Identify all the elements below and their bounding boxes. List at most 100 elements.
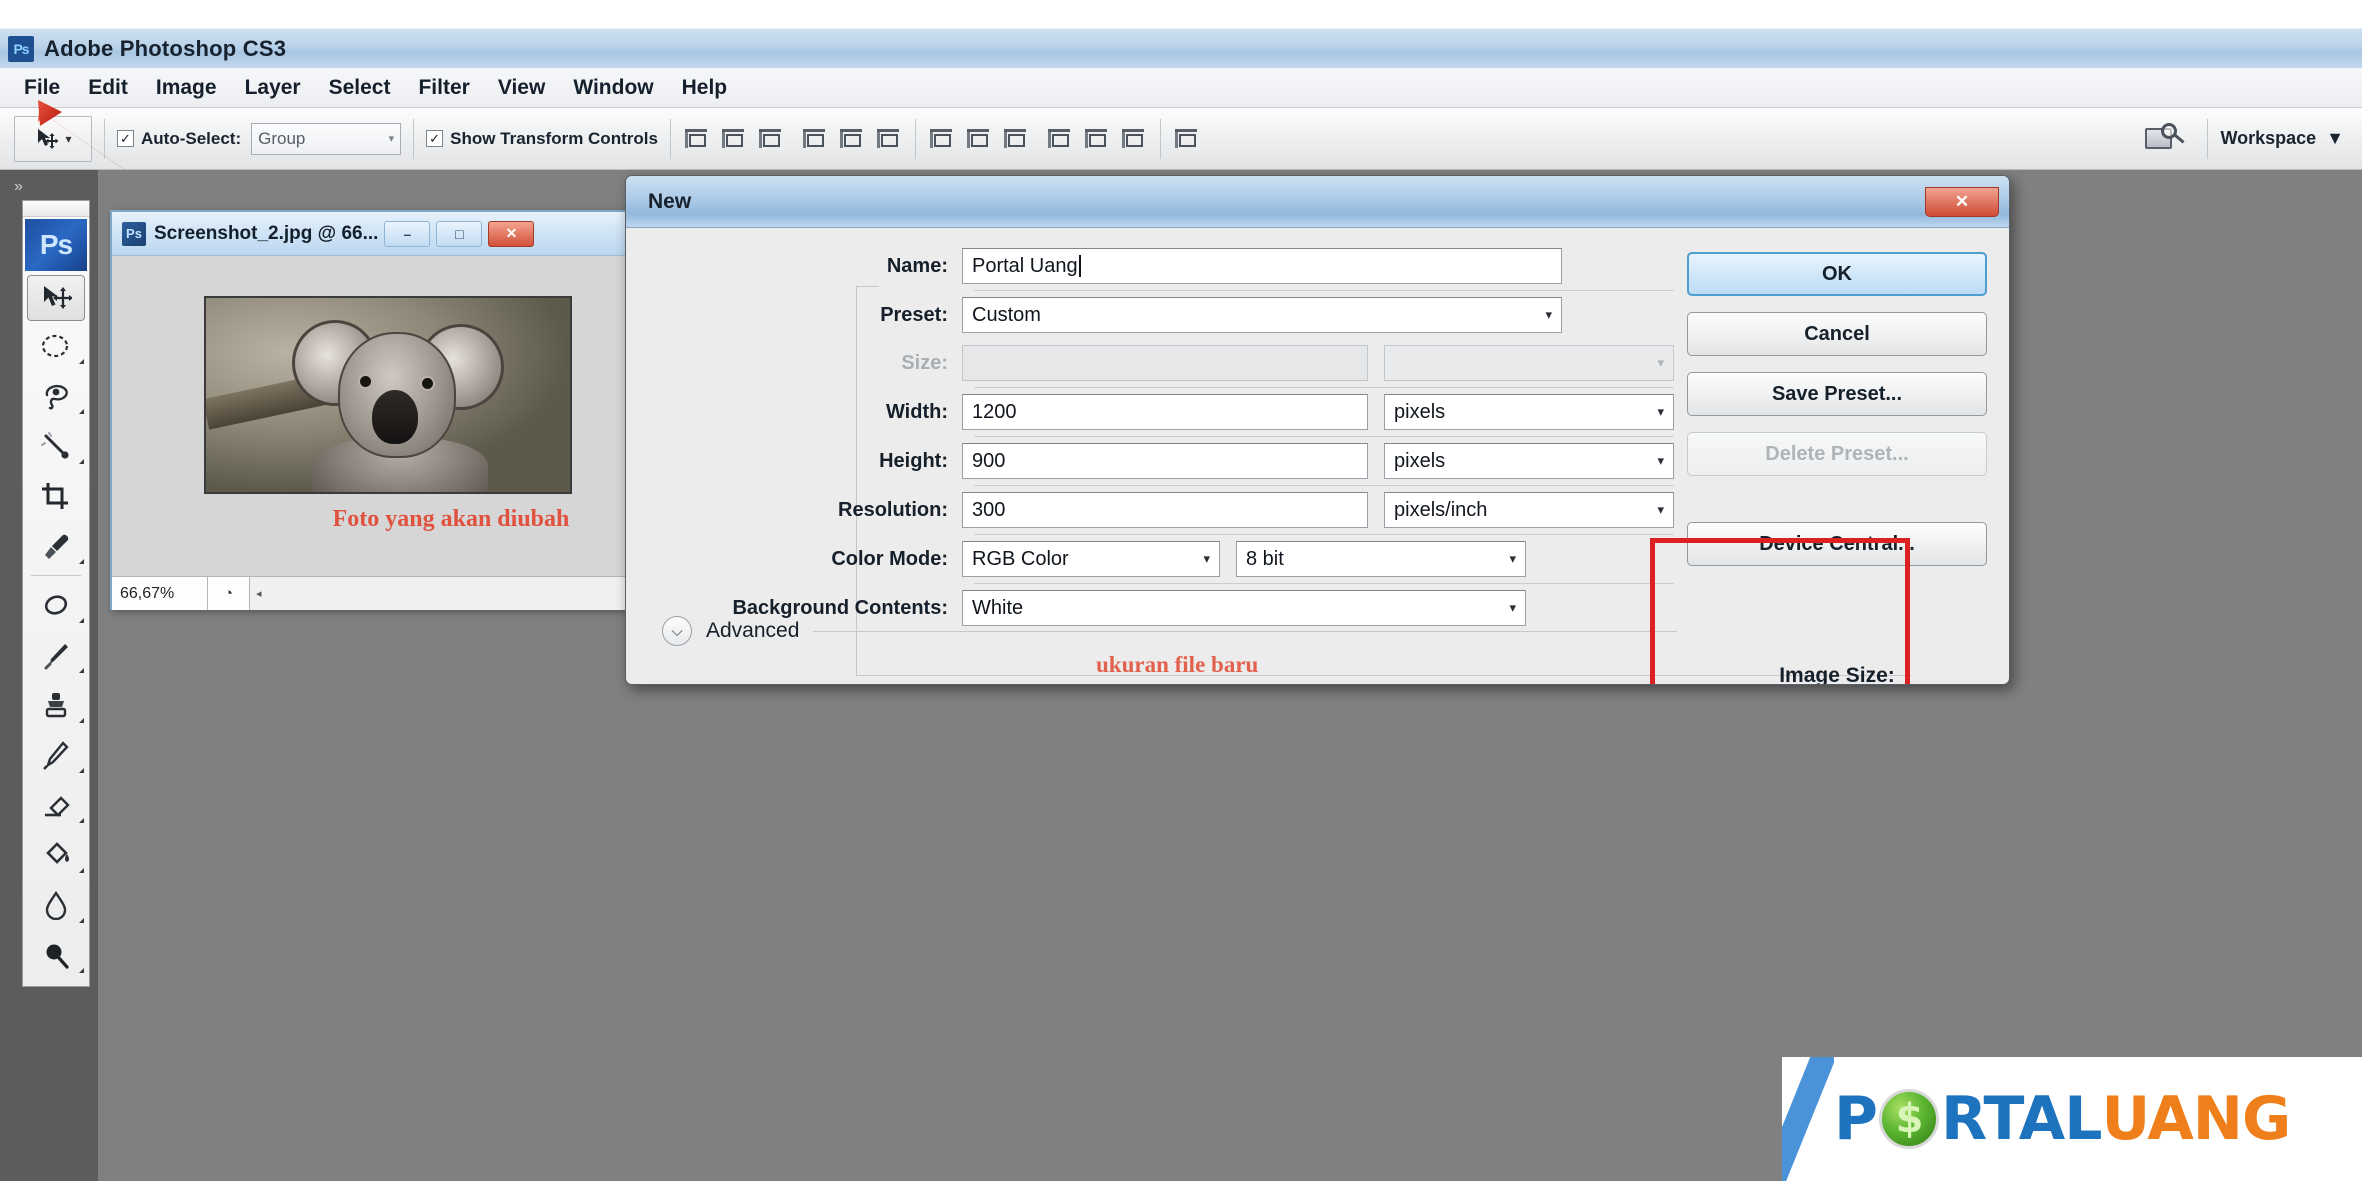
photoshop-workspace: » Ps Ps Screenshot_2.jpg @ 66... – □ ✕ F… xyxy=(0,170,2362,1181)
photoshop-logo: Ps xyxy=(25,219,87,271)
distribute-bottom-edges-icon[interactable] xyxy=(1002,126,1030,152)
distribute-right-edges-icon[interactable] xyxy=(1120,126,1148,152)
resolution-unit-value: pixels/inch xyxy=(1394,498,1488,521)
minimize-button[interactable]: – xyxy=(384,220,431,247)
move-tool[interactable] xyxy=(27,275,85,321)
save-preset-button[interactable]: Save Preset... xyxy=(1687,372,1987,416)
color-mode-label: Color Mode: xyxy=(831,547,948,570)
brush-tool[interactable] xyxy=(23,630,89,680)
watermark-text: P $ RTAL UANG xyxy=(1834,1084,2291,1154)
resolution-unit-dropdown[interactable]: pixels/inch ▾ xyxy=(1384,492,1674,528)
preset-dropdown[interactable]: Custom ▾ xyxy=(962,297,1562,333)
menubar: File Edit Image Layer Select Filter View… xyxy=(0,68,2362,108)
watermark-rtal: RTAL xyxy=(1940,1084,2102,1154)
watermark-p: P xyxy=(1834,1084,1878,1154)
chevron-down-icon: ▾ xyxy=(1657,355,1664,370)
blur-tool[interactable] xyxy=(23,880,89,930)
top-white-strip xyxy=(0,0,2362,28)
show-transform-checkbox[interactable]: ✓ xyxy=(426,130,444,147)
align-top-edges-icon[interactable] xyxy=(683,126,711,152)
options-separator-3 xyxy=(669,118,671,159)
delete-preset-button: Delete Preset... xyxy=(1687,432,1987,476)
portaluang-watermark: P $ RTAL UANG xyxy=(1782,1057,2362,1181)
go-to-bridge-icon[interactable] xyxy=(2143,121,2187,157)
new-document-dialog[interactable]: New ✕ Name: Portal Uang Preset: Custom ▾… xyxy=(625,175,2010,685)
magic-wand-tool[interactable] xyxy=(23,421,89,471)
dialog-titlebar[interactable]: New ✕ xyxy=(626,176,2009,228)
workspace-menu-button[interactable]: Workspace ▼ xyxy=(2220,128,2344,149)
bit-depth-dropdown[interactable]: 8 bit ▾ xyxy=(1236,541,1526,577)
device-central-button[interactable]: Device Central... xyxy=(1687,522,1987,566)
restore-button[interactable]: □ xyxy=(436,220,483,247)
menu-filter[interactable]: Filter xyxy=(404,73,483,103)
zoom-level-field[interactable]: 66,67% xyxy=(112,577,208,610)
align-right-edges-icon[interactable] xyxy=(875,126,903,152)
blur-droplet-icon xyxy=(45,890,67,920)
crop-tool[interactable] xyxy=(23,471,89,521)
width-input[interactable]: 1200 xyxy=(962,394,1368,430)
healing-brush-icon xyxy=(44,595,68,615)
status-info-icon[interactable]: ◔ xyxy=(208,577,250,610)
dollar-coin-icon: $ xyxy=(1878,1089,1939,1149)
menu-select[interactable]: Select xyxy=(315,73,405,103)
menu-help[interactable]: Help xyxy=(668,73,742,103)
chevron-down-icon: ▾ xyxy=(1509,551,1516,566)
cancel-button[interactable]: Cancel xyxy=(1687,312,1987,356)
eyedropper-tool[interactable] xyxy=(23,521,89,571)
paint-bucket-tool[interactable] xyxy=(23,830,89,880)
distribute-horizontal-group xyxy=(1046,126,1148,152)
width-row: Width: 1200 pixels ▾ xyxy=(644,388,1674,436)
show-transform-checkbox-group[interactable]: ✓ Show Transform Controls xyxy=(426,129,658,149)
advanced-section[interactable]: ⌵ Advanced xyxy=(662,616,1677,646)
size-label: Size: xyxy=(901,351,948,374)
menu-layer[interactable]: Layer xyxy=(231,73,315,103)
distribute-top-edges-icon[interactable] xyxy=(928,126,956,152)
tool-palette-handle[interactable] xyxy=(23,201,89,217)
lasso-tool[interactable] xyxy=(23,371,89,421)
auto-align-group xyxy=(1173,126,1201,152)
watermark-slash xyxy=(1782,1057,1834,1181)
clone-stamp-tool[interactable] xyxy=(23,680,89,730)
elliptical-marquee-tool[interactable] xyxy=(23,321,89,371)
resolution-input[interactable]: 300 xyxy=(962,492,1368,528)
dodge-tool[interactable] xyxy=(23,930,89,980)
color-mode-row: Color Mode: RGB Color ▾ 8 bit ▾ xyxy=(644,535,1674,583)
name-input[interactable]: Portal Uang xyxy=(962,248,1562,284)
image-size-readout: Image Size: 3,09M xyxy=(1687,656,1987,684)
distribute-left-edges-icon[interactable] xyxy=(1046,126,1074,152)
advanced-label: Advanced xyxy=(706,619,800,642)
menu-window[interactable]: Window xyxy=(559,73,667,103)
chevron-down-icon: ▾ xyxy=(1509,600,1516,615)
brush-icon xyxy=(44,644,68,670)
align-left-edges-icon[interactable] xyxy=(801,126,829,152)
eyedropper-icon xyxy=(45,534,69,559)
align-vertical-centers-icon[interactable] xyxy=(720,126,748,152)
width-unit-value: pixels xyxy=(1394,400,1446,423)
close-button[interactable]: ✕ xyxy=(488,220,535,247)
menu-view[interactable]: View xyxy=(484,73,559,103)
width-unit-dropdown[interactable]: pixels ▾ xyxy=(1384,394,1674,430)
elliptical-marquee-icon xyxy=(41,334,69,358)
scroll-left-icon[interactable]: ◂ xyxy=(256,587,262,600)
healing-brush-tool[interactable] xyxy=(23,580,89,630)
auto-select-scope-dropdown[interactable]: Group ▾ xyxy=(251,122,402,155)
auto-align-layers-icon[interactable] xyxy=(1173,126,1201,152)
align-bottom-edges-icon[interactable] xyxy=(757,126,785,152)
tool-divider-1 xyxy=(31,575,81,576)
chevron-expand-icon[interactable]: ⌵ xyxy=(662,616,692,646)
eraser-tool[interactable] xyxy=(23,780,89,830)
chevron-down-icon: ▾ xyxy=(1657,404,1664,419)
menu-image[interactable]: Image xyxy=(142,73,231,103)
ok-button[interactable]: OK xyxy=(1687,252,1987,296)
distribute-vertical-centers-icon[interactable] xyxy=(965,126,993,152)
height-input[interactable]: 900 xyxy=(962,443,1368,479)
align-horizontal-centers-icon[interactable] xyxy=(838,126,866,152)
height-unit-value: pixels xyxy=(1394,449,1446,472)
options-separator-2 xyxy=(413,118,415,159)
dialog-close-button[interactable]: ✕ xyxy=(1925,186,1999,217)
height-unit-dropdown[interactable]: pixels ▾ xyxy=(1384,443,1674,479)
crop-icon xyxy=(42,483,68,509)
distribute-horizontal-centers-icon[interactable] xyxy=(1083,126,1111,152)
history-brush-tool[interactable] xyxy=(23,730,89,780)
color-mode-dropdown[interactable]: RGB Color ▾ xyxy=(962,541,1220,577)
